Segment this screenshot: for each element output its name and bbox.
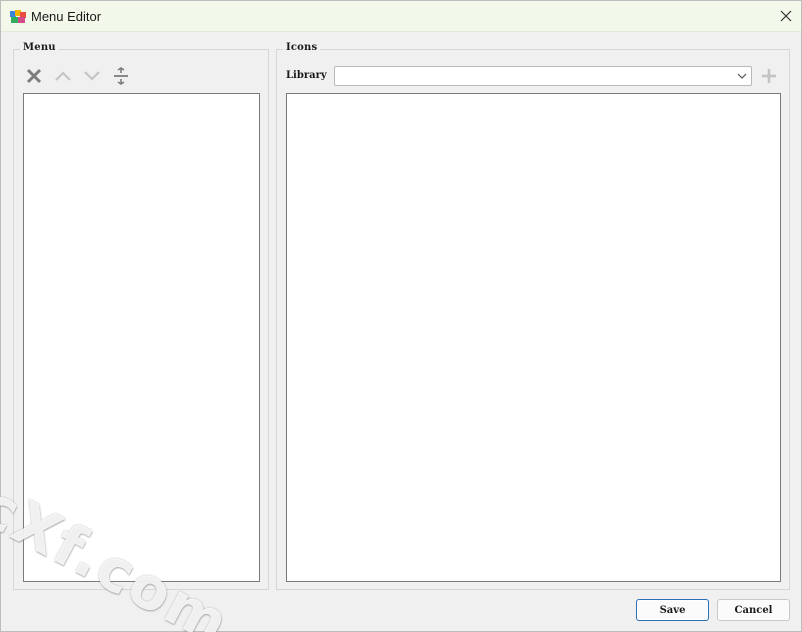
delete-item-button[interactable]: [23, 65, 45, 87]
insert-separator-button[interactable]: [110, 65, 132, 87]
title-bar: Menu Editor: [1, 1, 801, 32]
move-down-button[interactable]: [81, 65, 103, 87]
add-library-button[interactable]: [758, 65, 780, 87]
plus-icon: [762, 69, 776, 83]
menu-editor-window: Menu Editor Menu Icons Library Save Canc…: [0, 0, 802, 632]
menu-items-list[interactable]: [23, 93, 260, 582]
app-palette-icon: [10, 10, 26, 23]
separator-insert-icon: [114, 67, 128, 85]
close-icon: [780, 10, 792, 22]
library-label: Library: [286, 70, 327, 81]
save-button[interactable]: Save: [636, 599, 709, 621]
delete-x-icon: [26, 68, 42, 84]
window-title: Menu Editor: [31, 9, 102, 24]
move-up-button[interactable]: [52, 65, 74, 87]
close-button[interactable]: [771, 1, 801, 31]
icons-group-label: Icons: [283, 42, 321, 53]
menu-group-label: Menu: [20, 42, 59, 53]
chevron-down-icon: [84, 71, 100, 81]
cancel-button[interactable]: Cancel: [717, 599, 790, 621]
icons-list[interactable]: [286, 93, 781, 582]
chevron-up-icon: [55, 71, 71, 81]
chevron-down-icon: [737, 73, 747, 79]
library-dropdown[interactable]: [334, 66, 752, 86]
